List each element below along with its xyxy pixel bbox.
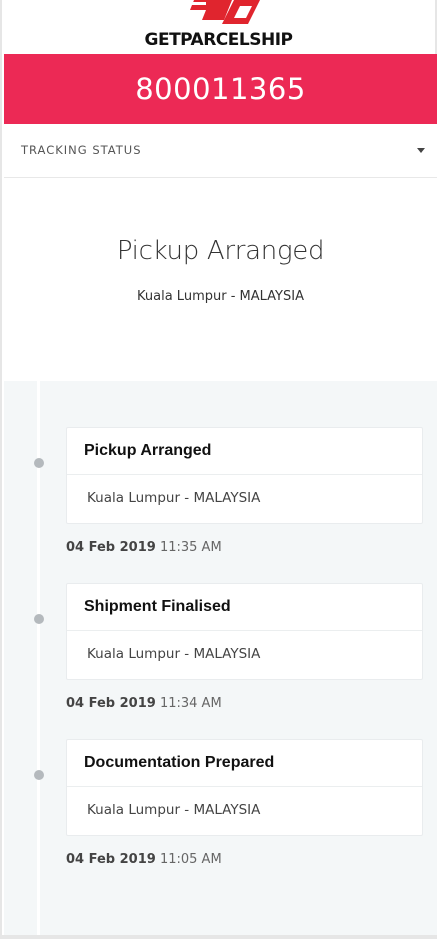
divider — [67, 630, 422, 631]
event-timestamp: 04 Feb 2019 11:05 AM — [66, 852, 222, 867]
tracking-status-label: TRACKING STATUS — [21, 143, 142, 157]
page-bottom-border — [0, 935, 437, 939]
tracking-timeline: Pickup Arranged Kuala Lumpur - MALAYSIA … — [4, 381, 437, 935]
event-card: Pickup Arranged Kuala Lumpur - MALAYSIA — [66, 427, 423, 524]
event-card: Documentation Prepared Kuala Lumpur - MA… — [66, 739, 423, 836]
event-date: 04 Feb 2019 — [66, 696, 156, 711]
brand-name: GETPARCELSHIP — [144, 30, 294, 50]
event-card: Shipment Finalised Kuala Lumpur - MALAYS… — [66, 583, 423, 680]
event-timestamp: 04 Feb 2019 11:34 AM — [66, 696, 222, 711]
timeline-dot-icon — [34, 770, 44, 780]
timeline-event: Pickup Arranged Kuala Lumpur - MALAYSIA … — [4, 427, 437, 567]
event-location: Kuala Lumpur - MALAYSIA — [87, 802, 261, 818]
event-time: 11:35 AM — [159, 540, 222, 555]
timeline-dot-icon — [34, 458, 44, 468]
current-status-title: Pickup Arranged — [116, 236, 325, 266]
event-time: 11:05 AM — [159, 852, 222, 867]
divider — [67, 786, 422, 787]
current-status-panel: Pickup Arranged Kuala Lumpur - MALAYSIA — [4, 178, 437, 381]
divider — [67, 474, 422, 475]
parcel-logo-icon — [170, 0, 260, 24]
timeline-event: Shipment Finalised Kuala Lumpur - MALAYS… — [4, 583, 437, 723]
caret-down-icon[interactable] — [417, 148, 425, 153]
event-time: 11:34 AM — [159, 696, 222, 711]
event-location: Kuala Lumpur - MALAYSIA — [87, 646, 261, 662]
event-date: 04 Feb 2019 — [66, 540, 156, 555]
event-timestamp: 04 Feb 2019 11:35 AM — [66, 540, 222, 555]
event-location: Kuala Lumpur - MALAYSIA — [87, 490, 261, 506]
tracking-status-dropdown[interactable]: TRACKING STATUS — [4, 124, 437, 178]
timeline-event: Documentation Prepared Kuala Lumpur - MA… — [4, 739, 437, 879]
tracking-number: 800011365 — [4, 54, 437, 124]
event-title: Shipment Finalised — [84, 598, 231, 615]
event-title: Documentation Prepared — [84, 754, 275, 771]
event-title: Pickup Arranged — [84, 442, 212, 459]
timeline-dot-icon — [34, 614, 44, 624]
event-date: 04 Feb 2019 — [66, 852, 156, 867]
brand-logo[interactable]: GETPARCELSHIP — [2, 0, 437, 54]
tracking-page: GETPARCELSHIP 800011365 TRACKING STATUS … — [0, 0, 437, 939]
current-status-location: Kuala Lumpur - MALAYSIA — [137, 289, 304, 304]
